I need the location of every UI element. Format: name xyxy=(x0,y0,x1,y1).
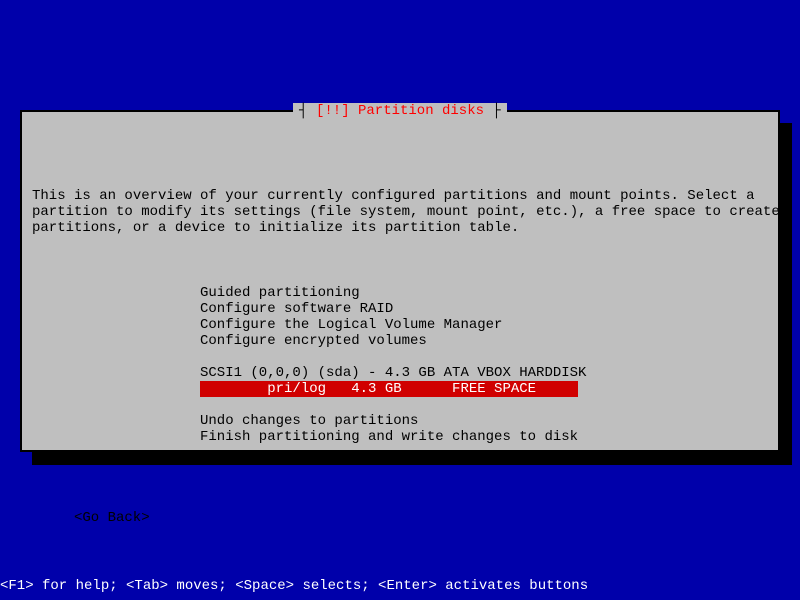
menu-configure-encrypted[interactable]: Configure encrypted volumes xyxy=(200,333,768,349)
intro-line3: partitions, or a device to initialize it… xyxy=(32,220,519,236)
menu-guided-partitioning[interactable]: Guided partitioning xyxy=(200,285,768,301)
title-text: Partition disks xyxy=(350,103,484,119)
help-footer: <F1> for help; <Tab> moves; <Space> sele… xyxy=(0,578,588,594)
dialog-title-bar: ┤ [!!] Partition disks ├ xyxy=(22,103,778,119)
go-back-button[interactable]: <Go Back> xyxy=(74,510,768,526)
intro-text: This is an overview of your currently co… xyxy=(32,172,768,236)
menu-finish-partitioning[interactable]: Finish partitioning and write changes to… xyxy=(200,429,768,445)
title-marker: [!!] xyxy=(316,103,350,119)
partition-free-space-selected[interactable]: pri/log 4.3 GB FREE SPACE xyxy=(200,381,578,397)
menu-configure-lvm[interactable]: Configure the Logical Volume Manager xyxy=(200,317,768,333)
partition-dialog: ┤ [!!] Partition disks ├ This is an over… xyxy=(20,110,780,452)
menu-list: Guided partitioningConfigure software RA… xyxy=(200,285,768,446)
disk-header[interactable]: SCSI1 (0,0,0) (sda) - 4.3 GB ATA VBOX HA… xyxy=(200,365,768,381)
intro-line2: partition to modify its settings (file s… xyxy=(32,204,780,220)
menu-undo-changes[interactable]: Undo changes to partitions xyxy=(200,413,768,429)
partition-row: pri/log 4.3 GB FREE SPACE xyxy=(200,381,768,397)
dialog-content: This is an overview of your currently co… xyxy=(22,112,778,568)
title-dash-right: ├ xyxy=(484,103,501,119)
intro-line1: This is an overview of your currently co… xyxy=(32,188,755,204)
dialog-title: ┤ [!!] Partition disks ├ xyxy=(293,103,507,119)
menu-configure-raid[interactable]: Configure software RAID xyxy=(200,301,768,317)
title-dash-left: ┤ xyxy=(299,103,316,119)
